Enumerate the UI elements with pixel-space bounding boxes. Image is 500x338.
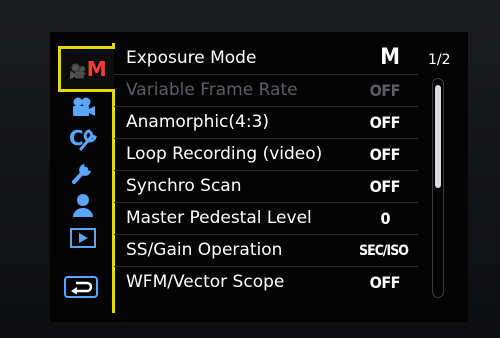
menu-item-label: Loop Recording (video): [126, 144, 323, 164]
play-icon: [70, 228, 96, 248]
menu-item-label: Anamorphic(4:3): [126, 112, 270, 132]
menu-item-value: OFF: [369, 273, 401, 292]
menu-item-variable-frame-rate[interactable]: Variable Frame Rate OFF: [114, 78, 418, 107]
menu-item-value: OFF: [369, 177, 401, 196]
menu-item-label: Synchro Scan: [126, 176, 242, 196]
menu-item-value: OFF: [369, 113, 401, 132]
menu-item-ss-gain-operation[interactable]: SS/Gain Operation SEC/ISO: [114, 238, 418, 267]
custom-wrench-icon: C: [69, 126, 97, 151]
scrollbar-thumb[interactable]: [435, 85, 441, 188]
menu-item-wfm-vector-scope[interactable]: WFM/Vector Scope OFF: [114, 270, 418, 299]
page-indicator: 1/2: [428, 52, 451, 68]
menu-item-value: 0: [380, 209, 390, 228]
menu-item-label: Master Pedestal Level: [126, 208, 312, 228]
tab-custom[interactable]: C: [60, 124, 106, 152]
menu-item-value: SEC/ISO: [359, 243, 409, 259]
movie-camera-icon: 🎥: [69, 64, 86, 80]
menu-item-master-pedestal-level[interactable]: Master Pedestal Level 0: [114, 206, 418, 235]
back-button[interactable]: [64, 276, 98, 298]
menu-item-loop-recording[interactable]: Loop Recording (video) OFF: [114, 142, 418, 171]
menu-item-exposure-mode[interactable]: Exposure Mode M: [114, 45, 418, 75]
menu-item-value: OFF: [369, 145, 401, 164]
return-arrow-icon: [71, 281, 92, 294]
menu-item-label: WFM/Vector Scope: [126, 272, 285, 292]
menu-item-label: Variable Frame Rate: [126, 80, 298, 100]
menu-item-anamorphic[interactable]: Anamorphic(4:3) OFF: [114, 110, 418, 139]
tab-playback[interactable]: [60, 226, 106, 250]
menu-item-value: M: [380, 45, 400, 70]
wrench-icon: [72, 164, 91, 184]
menu-item-label: SS/Gain Operation: [126, 240, 283, 260]
person-icon: [73, 194, 93, 217]
tab-motion-picture-m[interactable]: 🎥M: [58, 46, 114, 92]
active-tab-label: 🎥M: [69, 57, 106, 81]
tab-setup[interactable]: [60, 158, 106, 186]
scrollbar[interactable]: [432, 78, 444, 298]
menu-item-value: OFF: [369, 81, 401, 100]
menu-item-label: Exposure Mode: [126, 48, 257, 68]
tab-my-menu[interactable]: [60, 192, 106, 218]
menu-item-synchro-scan[interactable]: Synchro Scan OFF: [114, 174, 418, 203]
tab-motion-picture[interactable]: [60, 96, 106, 118]
movie-camera-icon: [73, 97, 95, 116]
